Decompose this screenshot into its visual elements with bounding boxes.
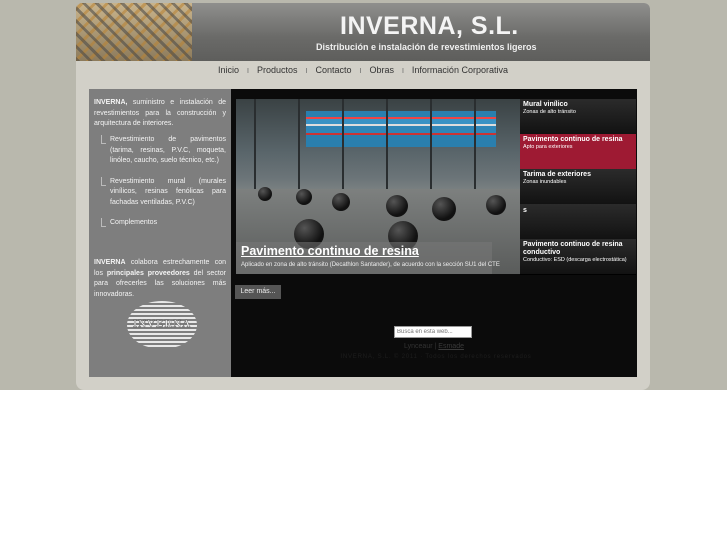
read-more-button[interactable]: Leer más... [235, 285, 281, 299]
link-separator: | [434, 343, 437, 350]
nav-separator: I [247, 68, 249, 75]
nav-item-contacto[interactable]: Contacto [315, 65, 351, 75]
slide-tab-subtitle: Zonas de alto tránsito [523, 109, 576, 115]
slide-caption: Pavimento continuo de resina Aplicado en… [236, 242, 500, 274]
search-input[interactable] [394, 326, 472, 338]
window-frame [386, 99, 388, 189]
slide-caption-title[interactable]: Pavimento continuo de resina [241, 244, 419, 258]
slide-tab-subtitle: Conductivo: ESD (descarga electrostática… [523, 257, 627, 263]
esmade-link[interactable]: Esmade [438, 343, 464, 350]
main-nav: Inicio I Productos I Contacto I Obras I Informac… [76, 61, 650, 79]
footer-links: Lynceaur | Esmade [389, 343, 479, 350]
sidebar-collab-text: INVERNA colabora estrechamente con los p… [94, 258, 226, 300]
site-tagline: Distribución e instalación de revestimie… [316, 42, 537, 52]
nav-separator: I [401, 68, 404, 75]
collab-highlight: principales proveedores [106, 269, 190, 277]
slide-tab-title: Mural vinílico Zonas de alto tránsito [523, 101, 635, 115]
slide-tab[interactable]: Pavimento continuo de resina conductivo C… [520, 239, 636, 275]
window-frame [254, 99, 256, 189]
slide-caption-text: Aplicado en zona de alto tránsito (Decat… [241, 262, 500, 268]
intro-brand: INVERNA, [94, 99, 128, 106]
nav-item-inicio[interactable]: Inicio [218, 65, 239, 75]
sidebar-intro: INVERNA, suministro e instalación de rev… [94, 98, 226, 130]
nav-separator: I [359, 68, 362, 75]
copyright-text: INVERNA, S.L. © 2011 · Todos los derecho… [340, 354, 532, 360]
sphere-bollard [258, 187, 272, 201]
nav-item-obras[interactable]: Obras [369, 65, 394, 75]
sphere-bollard [296, 189, 312, 205]
sphere-bollard [486, 195, 506, 215]
window-frame [342, 99, 344, 189]
nav-separator: I [305, 68, 308, 75]
slide-tab[interactable]: Tarima de exteriores Zonas inundables [520, 169, 636, 205]
services-list: Revestimiento de pavimentos (tarima, res… [101, 135, 226, 239]
slide-tab[interactable]: s [520, 204, 636, 240]
slide-tab[interactable]: Mural vinílico Zonas de alto tránsito [520, 99, 636, 135]
logo-text: INVERNA [132, 318, 192, 330]
window-frame [430, 99, 432, 189]
site-container: INVERNA, S.L. Distribución e instalación… [76, 3, 650, 390]
slideshow-tabs: Mural vinílico Zonas de alto tránsito Pav… [520, 99, 636, 275]
window-frame [474, 99, 476, 189]
lynceaur-link[interactable]: Lynceaur [404, 343, 433, 350]
slide-tab-title: Pavimento continuo de resina Apto para ex… [523, 136, 635, 150]
slide-tab-subtitle: Zonas inundables [523, 179, 567, 185]
slide-tab-title: Pavimento continuo de resina conductivo C… [523, 241, 635, 263]
slide-tab-title: Tarima de exteriores Zonas inundables [523, 171, 635, 185]
window-frame [298, 99, 300, 189]
list-item: Revestimiento de pavimentos (tarima, res… [101, 135, 226, 167]
site-header: INVERNA, S.L. Distribución e instalación… [76, 3, 650, 61]
list-item: Complementos [101, 218, 226, 229]
site-title[interactable]: INVERNA, S.L. [340, 12, 519, 41]
sidebar: INVERNA, suministro e instalación de rev… [89, 89, 231, 377]
header-floor-tiles-image [76, 3, 192, 61]
slideshow-image[interactable]: Pavimento continuo de resina Aplicado en… [236, 99, 520, 274]
slide-tab-subtitle: Apto para exteriores [523, 144, 573, 150]
nav-item-productos[interactable]: Productos [257, 65, 298, 75]
list-item: Revestimiento mural (murales vinílicos, … [101, 176, 226, 209]
kayaks-display [306, 111, 496, 147]
inverna-logo: INVERNA [113, 301, 211, 349]
collab-brand: INVERNA [94, 259, 126, 266]
slide-tab-active[interactable]: Pavimento continuo de resina Apto para ex… [520, 134, 636, 170]
slide-tab-title: s [523, 207, 527, 214]
sphere-bollard [386, 195, 408, 217]
nav-item-informacion-corporativa[interactable]: Información Corporativa [412, 65, 508, 75]
sphere-bollard [332, 193, 350, 211]
main-content: INVERNA, suministro e instalación de rev… [89, 89, 637, 377]
sphere-bollard [432, 197, 456, 221]
